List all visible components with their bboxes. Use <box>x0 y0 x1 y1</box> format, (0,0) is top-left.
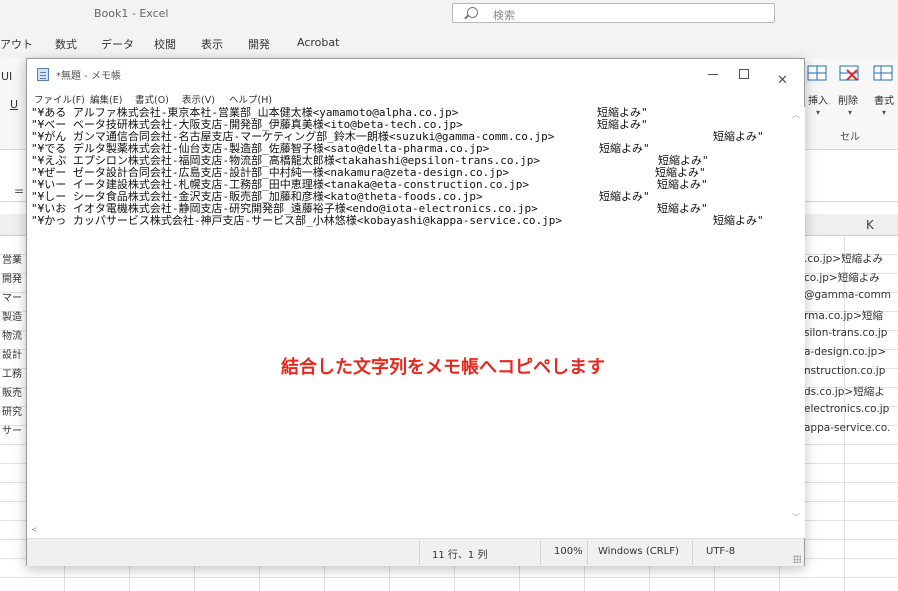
scroll-up-icon[interactable]: ︿ <box>792 109 800 120</box>
tab-review[interactable]: 校閲 <box>154 36 176 52</box>
insert-cells-icon[interactable] <box>806 64 828 82</box>
cell-k[interactable]: rma.co.jp>短縮 <box>804 308 883 323</box>
cell-k[interactable]: silon-trans.co.jp <box>804 327 887 339</box>
cell-a[interactable]: 設計 <box>2 346 22 361</box>
chevron-down-icon[interactable]: ▾ <box>882 108 886 117</box>
notepad-title: *無題 - メモ帳 <box>56 71 121 82</box>
column-header-k[interactable]: K <box>866 218 874 232</box>
cursor-position: 11 行、1 列 <box>432 550 488 561</box>
delete-cells-icon[interactable] <box>838 64 860 82</box>
cell-a[interactable]: 物流 <box>2 327 22 342</box>
zoom-level: 100% <box>554 546 583 557</box>
cell-a[interactable]: 営業 <box>2 251 22 266</box>
cell-k[interactable]: a-design.co.jp> <box>804 346 886 358</box>
tab-developer[interactable]: 開発 <box>248 36 270 52</box>
formula-equals: = <box>14 184 25 198</box>
notepad-icon <box>37 68 49 81</box>
notepad-menubar: ファイル(F) 編集(E) 書式(O) 表示(V) ヘルプ(H) <box>27 89 804 107</box>
scroll-left-icon[interactable]: < <box>31 525 38 534</box>
excel-titlebar: Book1 - Excel 検索 <box>0 0 898 28</box>
insert-button-label[interactable]: 挿入 <box>808 92 828 107</box>
cell-k[interactable]: electronics.co.jp <box>804 403 889 415</box>
tab-view[interactable]: 表示 <box>201 36 223 52</box>
underline-button[interactable]: U <box>10 98 18 111</box>
line-ending: Windows (CRLF) <box>598 546 679 557</box>
menu-format[interactable]: 書式(O) <box>135 92 169 106</box>
vertical-scrollbar[interactable]: ︿ ﹀ <box>789 107 805 538</box>
chevron-down-icon[interactable]: ▾ <box>848 108 852 117</box>
excel-search-box[interactable]: 検索 <box>452 3 775 23</box>
search-icon <box>467 7 478 18</box>
cells-group-label: セル <box>840 132 860 143</box>
format-button-label[interactable]: 書式 <box>874 92 894 107</box>
status-divider <box>540 541 541 565</box>
instruction-annotation: 結合した文字列をメモ帳へコピペします <box>281 357 605 378</box>
menu-view[interactable]: 表示(V) <box>182 92 215 106</box>
cell-k[interactable]: ds.co.jp>短縮よ <box>804 384 885 399</box>
cell-a[interactable]: 販売 <box>2 384 22 399</box>
cell-a[interactable]: 製造 <box>2 308 22 323</box>
encoding: UTF-8 <box>706 546 736 557</box>
cell-a[interactable]: マー <box>2 289 22 304</box>
cell-k[interactable]: nstruction.co.jp <box>804 365 885 377</box>
notepad-statusbar: 11 行、1 列 100% Windows (CRLF) UTF-8 <box>27 538 804 566</box>
notepad-text-area[interactable]: "¥ある アルファ株式会社-東京本社-営業部_山本健太様<yamamoto@al… <box>27 107 789 538</box>
resize-grip-icon[interactable] <box>793 555 801 563</box>
tab-layout[interactable]: アウト <box>0 36 33 52</box>
tab-formulas[interactable]: 数式 <box>55 36 77 52</box>
chevron-down-icon[interactable]: ▾ <box>816 108 820 117</box>
cell-k[interactable]: .co.jp>短縮よみ <box>804 251 883 266</box>
excel-ribbon-tabs: アウト 数式 データ 校閲 表示 開発 Acrobat <box>0 28 898 58</box>
tab-acrobat[interactable]: Acrobat <box>297 36 339 49</box>
horizontal-scrollbar[interactable]: < <box>27 525 789 538</box>
text-line: "¥かっ カッパサービス株式会社-神戸支店-サービス部_小林悠様<kobayas… <box>31 214 764 227</box>
maximize-icon <box>739 69 749 79</box>
ribbon-font-name[interactable]: UI <box>1 70 12 83</box>
close-button[interactable]: ✕ <box>760 59 806 89</box>
status-divider <box>587 541 588 565</box>
notepad-window: *無題 - メモ帳 ✕ ファイル(F) 編集(E) 書式(O) 表示(V) ヘル… <box>26 58 805 566</box>
notepad-titlebar[interactable]: *無題 - メモ帳 ✕ <box>27 59 804 89</box>
excel-search-placeholder: 検索 <box>493 9 515 22</box>
minimize-icon <box>708 74 718 75</box>
status-divider <box>419 541 420 565</box>
cell-k[interactable]: @gamma-comm <box>804 289 891 301</box>
delete-button-label[interactable]: 削除 <box>838 92 858 107</box>
cell-k[interactable]: co.jp>短縮よみ <box>804 270 880 285</box>
cell-k[interactable]: appa-service.co. <box>804 422 890 434</box>
status-divider <box>692 541 693 565</box>
menu-help[interactable]: ヘルプ(H) <box>229 92 272 106</box>
excel-window-title: Book1 - Excel <box>94 7 169 20</box>
tab-data[interactable]: データ <box>101 36 134 52</box>
menu-file[interactable]: ファイル(F) <box>34 92 85 106</box>
format-cells-icon[interactable] <box>872 64 894 82</box>
menu-edit[interactable]: 編集(E) <box>90 92 122 106</box>
cell-a[interactable]: 開発 <box>2 270 22 285</box>
cell-a[interactable]: サー <box>2 422 22 437</box>
cell-a[interactable]: 工務 <box>2 365 22 380</box>
cell-a[interactable]: 研究 <box>2 403 22 418</box>
scroll-down-icon[interactable]: ﹀ <box>792 512 800 523</box>
